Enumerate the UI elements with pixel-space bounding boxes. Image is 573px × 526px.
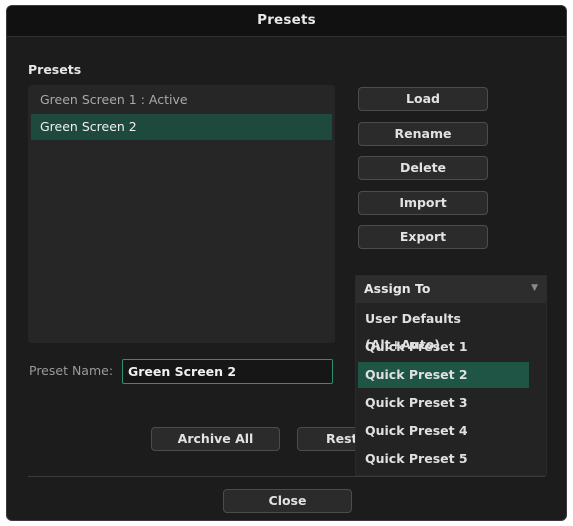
dropdown-option-quick-preset-4[interactable]: Quick Preset 4: [358, 418, 529, 444]
triangle-down-icon[interactable]: ▼: [531, 283, 538, 293]
preset-name-label: Preset Name:: [29, 363, 114, 378]
footer-divider: [28, 476, 545, 477]
dialog-title: Presets: [257, 12, 316, 28]
export-button[interactable]: Export: [358, 225, 488, 249]
dropdown-option-quick-preset-5[interactable]: Quick Preset 5: [358, 446, 529, 472]
dropdown-option-user-defaults[interactable]: User Defaults (Alt+Auto): [358, 306, 529, 352]
dropdown-option-quick-preset-2[interactable]: Quick Preset 2: [358, 362, 529, 388]
dropdown-option-quick-preset-3[interactable]: Quick Preset 3: [358, 390, 529, 416]
assign-to-dropdown[interactable]: Assign To ▼ User Defaults (Alt+Auto) Qui…: [355, 275, 547, 476]
rename-button[interactable]: Rename: [358, 122, 488, 146]
assign-to-label: Assign To: [364, 281, 431, 296]
dropdown-option-quick-preset-1[interactable]: Quick Preset 1: [358, 334, 529, 360]
delete-button[interactable]: Delete: [358, 156, 488, 180]
preset-item-green-screen-2[interactable]: Green Screen 2: [31, 114, 332, 140]
preset-item-green-screen-1[interactable]: Green Screen 1 : Active: [31, 87, 332, 113]
presets-dialog: Presets Presets Green Screen 1 : Active …: [6, 5, 567, 521]
close-button[interactable]: Close: [223, 489, 352, 513]
archive-all-button[interactable]: Archive All: [151, 427, 280, 451]
presets-section-label: Presets: [28, 62, 82, 77]
assign-to-header[interactable]: Assign To ▼: [356, 276, 546, 303]
load-button[interactable]: Load: [358, 87, 488, 111]
title-bar: Presets: [7, 6, 566, 37]
presets-list[interactable]: Green Screen 1 : Active Green Screen 2: [28, 85, 335, 343]
preset-name-input[interactable]: [122, 359, 333, 384]
import-button[interactable]: Import: [358, 191, 488, 215]
